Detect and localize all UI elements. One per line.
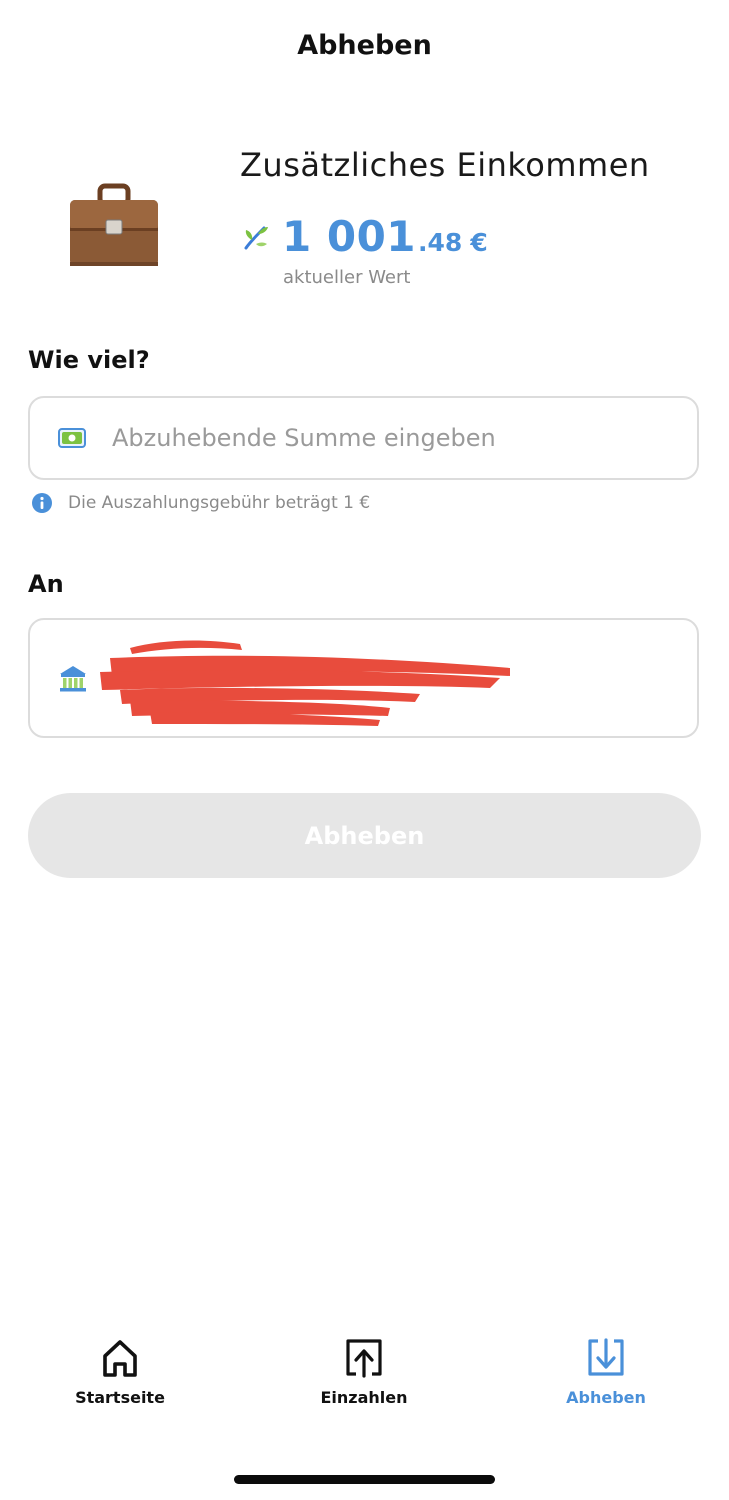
home-indicator [234,1475,495,1484]
briefcase-icon [70,183,158,266]
tab-home-label: Startseite [75,1388,165,1407]
value-caption: aktueller Wert [283,267,411,288]
deposit-icon [346,1339,382,1378]
value-decimals: .48 [418,228,463,257]
tab-withdraw[interactable]: Abheben [516,1336,696,1407]
redaction-mark [100,640,510,726]
bank-icon [60,666,86,692]
fee-note: Die Auszahlungsgebühr beträgt 1 € [32,493,370,513]
banknote-icon [58,428,86,448]
tab-home[interactable]: Startseite [30,1336,210,1407]
account-label: An [28,570,64,598]
goal-title: Zusätzliches Einkommen [240,146,650,184]
value-currency: € [470,228,488,257]
amount-input[interactable] [112,424,672,452]
tab-deposit[interactable]: Einzahlen [274,1336,454,1407]
amount-field[interactable] [28,396,699,480]
growth-leaf-icon [244,226,268,250]
amount-label: Wie viel? [28,346,150,374]
goal-value: 1 001 .48 € [240,212,488,262]
page-title: Abheben [297,30,432,61]
account-selector[interactable] [28,618,699,738]
withdraw-icon [588,1338,624,1376]
tab-withdraw-label: Abheben [566,1388,646,1407]
info-icon [32,493,52,513]
value-amount: 1 001 [282,212,417,261]
home-icon [103,1340,137,1377]
fee-text: Die Auszahlungsgebühr beträgt 1 € [68,493,371,513]
tab-deposit-label: Einzahlen [320,1388,408,1407]
withdraw-button[interactable]: Abheben [28,793,701,878]
